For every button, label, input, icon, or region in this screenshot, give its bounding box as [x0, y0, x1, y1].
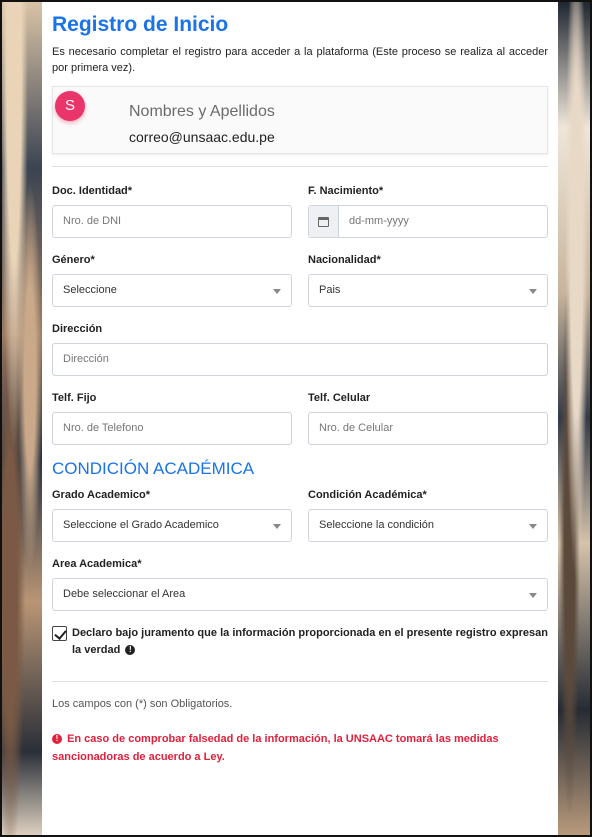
- chevron-down-icon: [273, 524, 281, 529]
- background-photo-left: [2, 2, 42, 835]
- area-select[interactable]: Debe seleccionar el Area: [52, 578, 548, 611]
- registration-form: Registro de Inicio Es necesario completa…: [42, 2, 558, 835]
- doc-identidad-input[interactable]: Nro. de DNI: [52, 205, 292, 238]
- declaration-text-block: Declaro bajo juramento que la informació…: [72, 625, 548, 659]
- nacionalidad-select[interactable]: Pais: [308, 274, 548, 307]
- f-nacimiento-placeholder: dd-mm-yyyy: [349, 215, 409, 227]
- chevron-down-icon: [273, 289, 281, 294]
- genero-label: Género*: [52, 254, 95, 266]
- grado-select[interactable]: Seleccione el Grado Academico: [52, 509, 292, 542]
- genero-select[interactable]: Seleccione: [52, 274, 292, 307]
- chevron-down-icon: [529, 524, 537, 529]
- warning-text: En caso de comprobar falsedad de la info…: [52, 733, 499, 763]
- telf-fijo-input[interactable]: Nro. de Telefono: [52, 412, 292, 445]
- divider: [52, 166, 548, 167]
- telf-fijo-label: Telf. Fijo: [52, 392, 97, 404]
- divider: [52, 681, 548, 682]
- condicion-label: Condición Académica*: [308, 489, 427, 501]
- f-nacimiento-input[interactable]: dd-mm-yyyy: [308, 205, 548, 238]
- direccion-input[interactable]: Dirección: [52, 343, 548, 376]
- declaration-text: Declaro bajo juramento que la informació…: [72, 627, 548, 656]
- f-nacimiento-label: F. Nacimiento*: [308, 185, 384, 197]
- genero-value: Seleccione: [63, 284, 117, 296]
- form-title: Registro de Inicio: [52, 13, 229, 36]
- telf-celular-input[interactable]: Nro. de Celular: [308, 412, 548, 445]
- background-photo-right: [556, 2, 590, 835]
- nacionalidad-value: Pais: [319, 284, 341, 296]
- area-value: Debe seleccionar el Area: [63, 588, 186, 600]
- avatar: S: [55, 91, 85, 121]
- grado-label: Grado Academico*: [52, 489, 151, 501]
- calendar-icon: [318, 216, 329, 227]
- calendar-button[interactable]: [309, 206, 339, 237]
- nacionalidad-label: Nacionalidad*: [308, 254, 381, 266]
- condicion-value: Seleccione la condición: [319, 519, 434, 531]
- academic-section-title: CONDICIÓN ACADÉMICA: [52, 459, 255, 478]
- required-note: Los campos con (*) son Obligatorios.: [52, 698, 233, 710]
- warning-icon: !: [52, 734, 62, 745]
- declaration-checkbox[interactable]: [52, 626, 67, 641]
- area-label: Area Academica*: [52, 558, 142, 570]
- chevron-down-icon: [529, 593, 537, 598]
- user-name: Nombres y Apellidos: [129, 103, 275, 120]
- chevron-down-icon: [529, 289, 537, 294]
- condicion-select[interactable]: Seleccione la condición: [308, 509, 548, 542]
- user-card: S Nombres y Apellidos correo@unsaac.edu.…: [52, 86, 548, 154]
- doc-identidad-label: Doc. Identidad*: [52, 185, 133, 197]
- user-email: correo@unsaac.edu.pe: [129, 129, 275, 145]
- form-intro: Es necesario completar el registro para …: [52, 46, 548, 74]
- warning-message: ! En caso de comprobar falsedad de la in…: [52, 730, 548, 766]
- grado-value: Seleccione el Grado Academico: [63, 519, 219, 531]
- direccion-label: Dirección: [52, 323, 103, 335]
- telf-celular-label: Telf. Celular: [308, 392, 371, 404]
- info-icon: !: [125, 645, 136, 656]
